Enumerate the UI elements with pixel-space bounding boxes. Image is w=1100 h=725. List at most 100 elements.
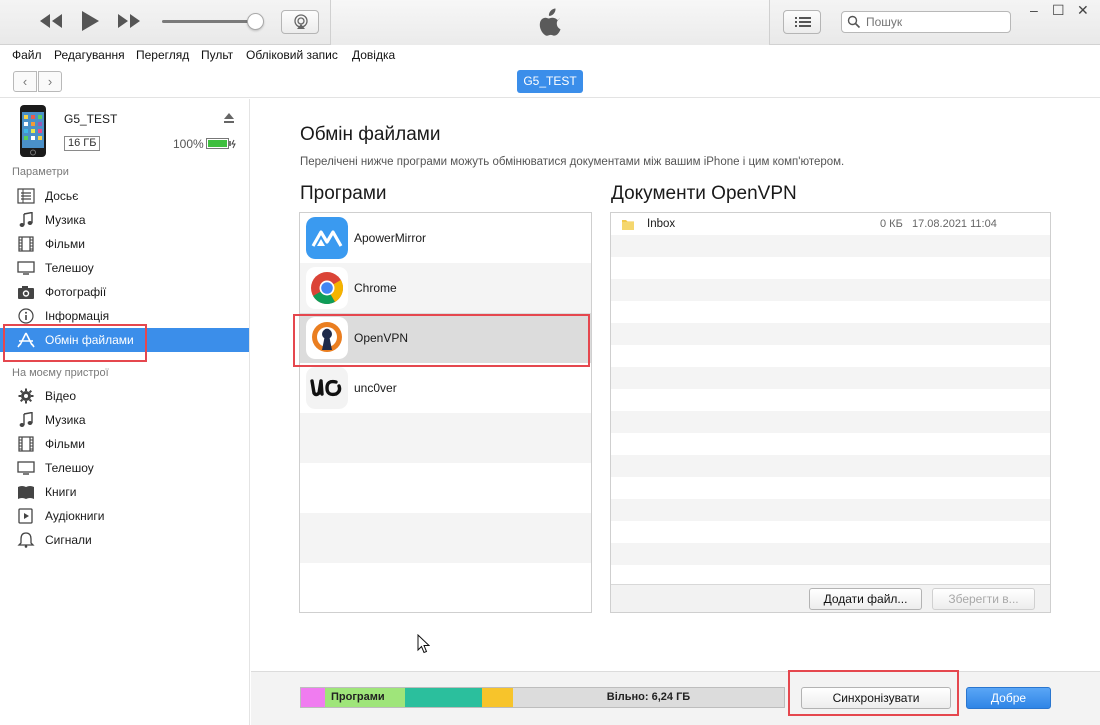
sidebar-section-device: На моєму пристрої [12,367,109,379]
apple-logo-icon [539,8,561,36]
highlight-outline [293,314,590,367]
back-button[interactable]: ‹ [13,71,37,92]
sidebar-item-video[interactable]: Відео [0,384,249,408]
table-row [611,543,1050,565]
sidebar-item-movies[interactable]: Фільми [0,232,249,256]
menu-file[interactable]: Файл [12,48,42,62]
table-row [611,257,1050,279]
unc0ver-app-icon [306,367,348,409]
list-item-apowermirror[interactable]: ApowerMirror [300,213,591,263]
table-row [611,455,1050,477]
sidebar-item-label: Аудіокниги [45,509,105,523]
device-name: G5_TEST [64,112,118,126]
bell-icon [17,532,35,548]
fast-forward-icon[interactable] [116,12,142,33]
search-input[interactable] [841,11,1011,33]
menu-controls[interactable]: Пульт [201,48,233,62]
menu-view[interactable]: Перегляд [136,48,189,62]
eject-icon[interactable] [223,112,235,124]
film-icon [18,236,34,252]
sidebar-item-label: Телешоу [45,461,94,475]
list-icon [795,17,811,27]
forward-button[interactable]: › [38,71,62,92]
rewind-icon[interactable] [38,12,64,33]
table-row [611,389,1050,411]
app-name: ApowerMirror [354,231,427,245]
battery-icon [206,138,236,149]
search-icon [847,15,861,29]
table-row [611,235,1050,257]
capacity-segment-apps: Програми [325,688,405,707]
music-icon [19,412,33,427]
sidebar-item-label: Досьє [45,189,79,203]
done-button[interactable]: Добре [966,687,1051,709]
sidebar-item-tv[interactable]: Телешоу [0,256,249,280]
sidebar-item-label: Фотографії [45,285,107,299]
close-button[interactable]: ✕ [1077,2,1089,19]
sidebar-item-books[interactable]: Книги [0,480,249,504]
table-row [611,323,1050,345]
menu-account[interactable]: Обліковий запис [246,48,338,62]
list-item-chrome[interactable]: Chrome [300,263,591,313]
page-description: Перелічені нижче програми можуть обмінюв… [300,156,845,168]
gear-icon [18,388,34,404]
table-row [611,565,1050,584]
document-size: 0 КБ [880,218,903,230]
table-row [611,499,1050,521]
table-row [611,477,1050,499]
apps-heading: Програми [300,183,387,204]
sidebar-item-device-movies[interactable]: Фільми [0,432,249,456]
table-row [611,345,1050,367]
sidebar-section-settings: Параметри [12,166,69,178]
tv-icon [17,261,35,275]
table-row [611,367,1050,389]
add-file-button[interactable]: Додати файл... [809,588,922,610]
sidebar-item-label: Музика [45,413,86,427]
play-icon[interactable] [80,10,100,35]
sidebar-item-tones[interactable]: Сигнали [0,528,249,552]
airplay-button[interactable] [281,10,319,34]
save-to-button[interactable]: Зберегти в... [932,588,1035,610]
menu-edit[interactable]: Редагування [54,48,125,62]
list-item-unc0ver[interactable]: unc0ver [300,363,591,413]
sidebar-item-photos[interactable]: Фотографії [0,280,249,304]
app-name: Chrome [354,281,397,295]
audiobook-icon [18,508,33,524]
camera-icon [18,286,34,299]
sidebar-item-summary[interactable]: Досьє [0,184,249,208]
table-row[interactable]: Inbox 0 КБ 17.08.2021 11:04 [611,213,1050,235]
capacity-segment-documents [405,688,482,707]
documents-list: Inbox 0 КБ 17.08.2021 11:04 [610,212,1051,613]
status-panel [330,0,770,45]
sidebar-item-music[interactable]: Музика [0,208,249,232]
folder-icon [622,220,634,230]
minimize-button[interactable]: – [1030,2,1038,18]
documents-heading: Документи OpenVPN [611,183,797,204]
highlight-outline [3,324,147,362]
list-view-button[interactable] [783,10,821,34]
app-name: unc0ver [354,381,397,395]
sidebar-item-label: Сигнали [45,533,92,547]
volume-slider[interactable] [162,20,258,23]
iphone-icon [20,105,46,157]
sidebar-item-device-music[interactable]: Музика [0,408,249,432]
page-title: Обмін файлами [300,124,441,145]
highlight-outline [788,670,959,716]
sidebar-item-label: Телешоу [45,261,94,275]
info-icon [18,308,34,324]
sidebar-item-audiobooks[interactable]: Аудіокниги [0,504,249,528]
menu-help[interactable]: Довідка [352,48,395,62]
device-button[interactable]: G5_TEST [517,70,583,93]
capacity-bar: Програми Вільно: 6,24 ГБ [300,687,785,708]
tv-icon [17,461,35,475]
apowermirror-app-icon [306,217,348,259]
sidebar-item-device-tv[interactable]: Телешоу [0,456,249,480]
capacity-segment-system [482,688,513,707]
sidebar-item-label: Музика [45,213,86,227]
list-item-empty [300,563,591,612]
volume-slider-knob[interactable] [247,13,264,30]
maximize-button[interactable]: ☐ [1052,2,1065,19]
battery-percent: 100% [173,137,204,151]
sidebar-item-label: Відео [45,389,77,403]
table-row [611,433,1050,455]
